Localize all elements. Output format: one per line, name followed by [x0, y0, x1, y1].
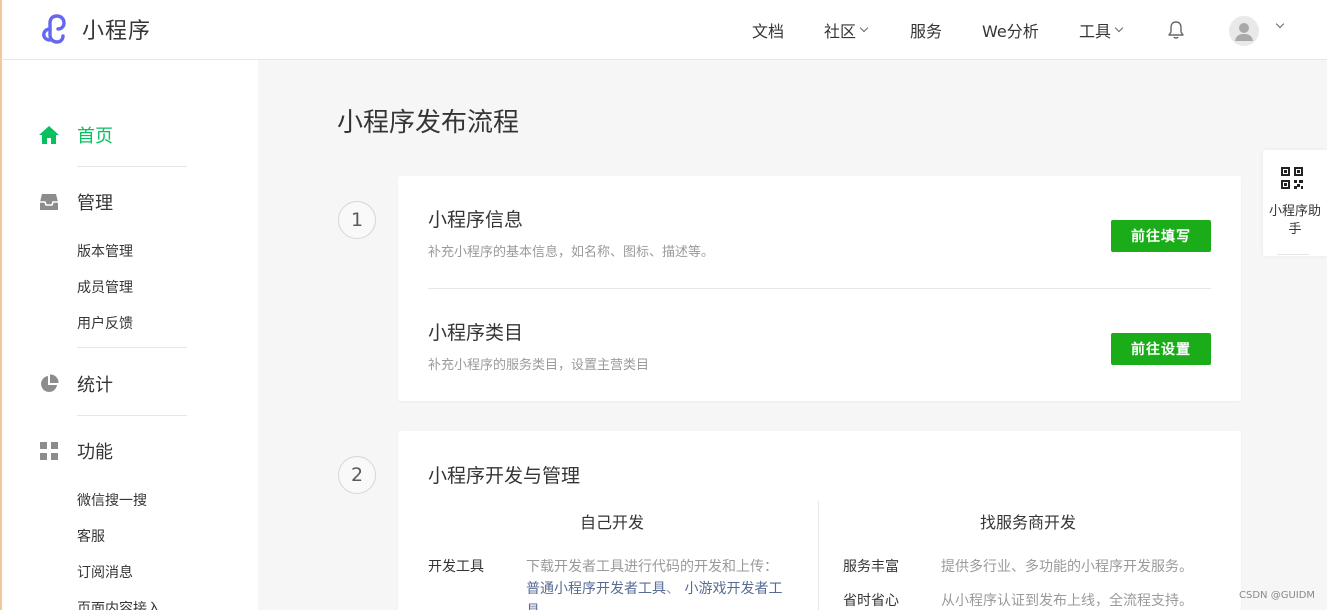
grid-icon — [38, 440, 60, 462]
logo-text: 小程序 — [82, 19, 152, 44]
watermark: CSDN @GUIDM — [1239, 590, 1316, 601]
avatar[interactable] — [1229, 16, 1259, 46]
column-heading-self-dev: 自己开发 — [580, 513, 645, 532]
helper-divider — [1277, 254, 1309, 255]
sidebar-item-manage[interactable]: 管理 — [38, 189, 113, 215]
item-description: 补充小程序的服务类目，设置主营类目 — [428, 358, 650, 373]
row-label: 开发工具 — [428, 559, 484, 575]
separator: 、 — [666, 581, 680, 597]
sidebar-subitem-subscription[interactable]: 订阅消息 — [77, 562, 133, 582]
row-label: 服务丰富 — [843, 559, 899, 575]
set-category-button[interactable]: 前往设置 — [1111, 333, 1211, 365]
step-number: 2 — [338, 456, 376, 494]
nav-analytics-label: We分析 — [982, 22, 1039, 41]
sidebar-item-stats[interactable]: 统计 — [38, 371, 113, 397]
page-title: 小程序发布流程 — [337, 108, 520, 138]
nav-tools-label: 工具 — [1079, 22, 1112, 41]
sidebar-subitem-customer-service[interactable]: 客服 — [77, 526, 105, 546]
sidebar-subitem-version[interactable]: 版本管理 — [77, 241, 133, 261]
nav-analytics[interactable]: We分析 — [982, 0, 1039, 60]
row-description: 提供多行业、多功能的小程序开发服务。 — [941, 559, 1193, 575]
chevron-down-icon — [859, 23, 869, 33]
chevron-down-icon[interactable] — [1275, 19, 1285, 29]
sidebar-subitem-search[interactable]: 微信搜一搜 — [77, 490, 147, 510]
user-icon — [1235, 23, 1253, 41]
fill-info-button[interactable]: 前往填写 — [1111, 220, 1211, 252]
sidebar-divider — [77, 347, 187, 348]
item-title: 小程序开发与管理 — [428, 465, 581, 487]
sidebar-divider — [77, 166, 187, 167]
sidebar-subitem-page-content[interactable]: 页面内容接入 — [77, 598, 161, 610]
dev-tool-link[interactable]: 普通小程序开发者工具 — [526, 581, 666, 597]
home-icon — [38, 124, 60, 146]
sidebar-item-home-label: 首页 — [77, 126, 113, 147]
nav-service-label: 服务 — [910, 22, 943, 41]
sidebar-subitem-members[interactable]: 成员管理 — [77, 277, 133, 297]
sidebar-divider — [77, 415, 187, 416]
nav-community[interactable]: 社区 — [824, 0, 869, 60]
row-description-text: 下载开发者工具进行代码的开发和上传： — [526, 559, 778, 575]
item-description: 补充小程序的基本信息，如名称、图标、描述等。 — [428, 245, 715, 260]
inbox-icon — [38, 191, 60, 213]
card-divider — [428, 288, 1211, 289]
row-description: 下载开发者工具进行代码的开发和上传： 普通小程序开发者工具、 小游戏开发者工具 — [526, 556, 794, 610]
mini-program-logo-icon — [42, 14, 66, 44]
qr-code-icon — [1281, 167, 1303, 189]
nav-tools[interactable]: 工具 — [1079, 0, 1124, 60]
item-title: 小程序信息 — [428, 209, 524, 231]
chevron-down-icon — [1114, 23, 1124, 33]
nav-docs[interactable]: 文档 — [752, 0, 784, 60]
sidebar-item-features[interactable]: 功能 — [38, 438, 113, 464]
item-title: 小程序类目 — [428, 322, 524, 344]
step-card — [398, 431, 1241, 610]
nav-docs-label: 文档 — [752, 22, 785, 41]
sidebar-item-features-label: 功能 — [77, 442, 113, 463]
row-description: 从小程序认证到发布上线，全流程支持。 — [941, 593, 1193, 609]
helper-label: 小程序助手 — [1268, 204, 1321, 237]
sidebar-subitem-feedback[interactable]: 用户反馈 — [77, 313, 133, 333]
nav-service[interactable]: 服务 — [910, 0, 942, 60]
column-heading-vendor-dev: 找服务商开发 — [980, 513, 1077, 532]
logo[interactable]: 小程序 — [40, 12, 151, 46]
nav-community-label: 社区 — [824, 22, 857, 41]
sidebar-item-home[interactable]: 首页 — [38, 122, 113, 148]
step-number: 1 — [338, 201, 376, 239]
top-navigation-bar: 小程序 文档 社区 服务 We分析 工具 — [0, 0, 1327, 60]
bell-icon[interactable] — [1167, 20, 1185, 40]
pie-chart-icon — [38, 373, 60, 395]
column-divider — [818, 501, 819, 610]
sidebar-item-stats-label: 统计 — [77, 375, 113, 396]
mini-program-helper[interactable]: 小程序助手 — [1263, 150, 1327, 256]
row-label: 省时省心 — [843, 593, 899, 609]
sidebar-item-manage-label: 管理 — [77, 193, 113, 214]
